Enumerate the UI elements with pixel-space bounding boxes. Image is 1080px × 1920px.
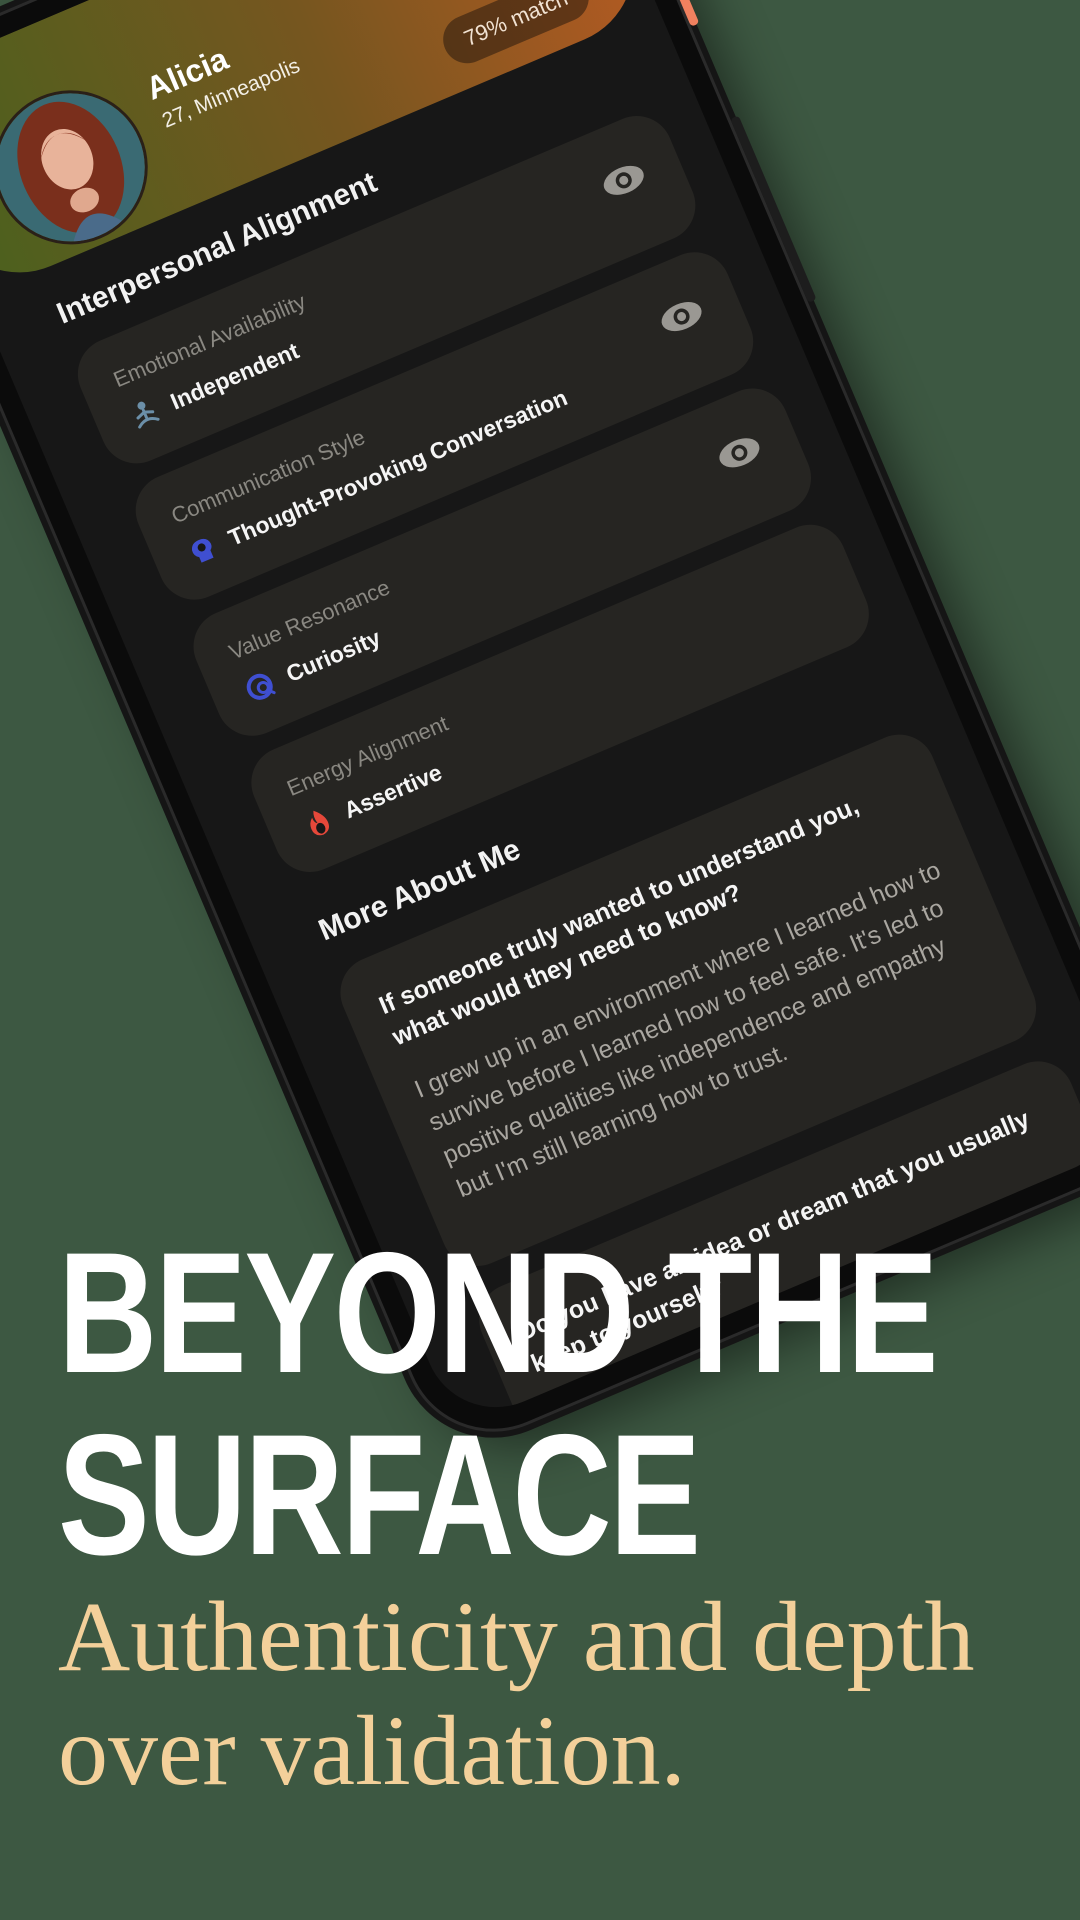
flame-icon xyxy=(310,810,329,836)
brain-icon xyxy=(191,538,214,563)
magnifier-icon xyxy=(246,673,276,700)
phone-screen: Alicia 27, Minneapolis 79% match Interpe… xyxy=(0,0,1080,1430)
eye-icon[interactable] xyxy=(655,294,709,340)
avatar-photo-icon xyxy=(0,70,168,265)
meditation-icon xyxy=(136,401,160,429)
match-badge: 79% match xyxy=(435,0,597,71)
promo-stage: Alicia 27, Minneapolis 79% match Interpe… xyxy=(0,0,1080,1920)
eye-icon[interactable] xyxy=(597,158,651,204)
headline: BEYOND THE SURFACE xyxy=(58,1217,939,1591)
tagline: Authenticity and depth over validation. xyxy=(58,1581,975,1806)
avatar[interactable] xyxy=(0,66,172,269)
eye-icon[interactable] xyxy=(712,430,766,476)
